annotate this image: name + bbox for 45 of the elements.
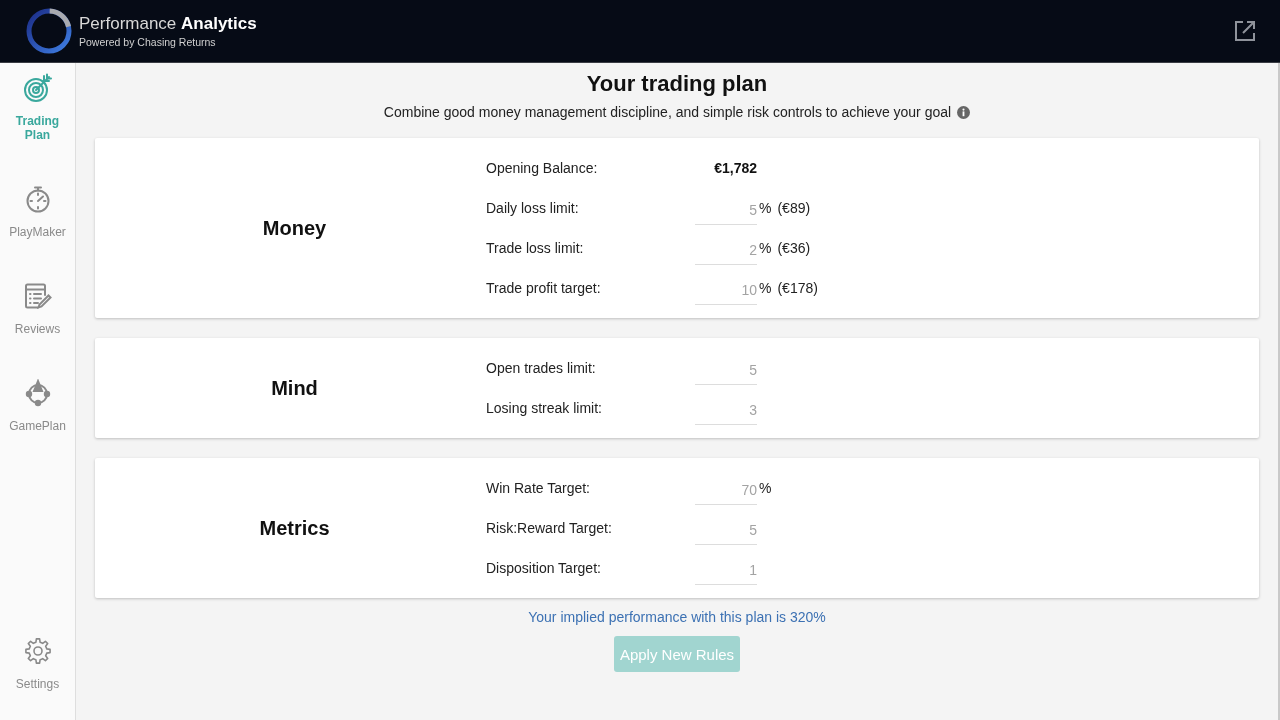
info-icon[interactable] bbox=[957, 105, 971, 119]
unit-label: % bbox=[759, 240, 772, 256]
input-field[interactable]: 2 bbox=[695, 237, 757, 265]
sidebar-item[interactable]: Trading Plan bbox=[4, 74, 71, 142]
section-title: Money bbox=[261, 216, 327, 240]
section-title: Mind bbox=[270, 376, 318, 400]
unit-label: % bbox=[759, 480, 772, 496]
input-field[interactable]: 5 bbox=[695, 357, 757, 385]
crosshair-arrow-icon bbox=[23, 379, 52, 407]
target-arrow-icon bbox=[22, 73, 53, 103]
field-label: Trade profit target: bbox=[486, 280, 602, 296]
input-field[interactable]: 70 bbox=[695, 477, 757, 505]
amount-text: (€36) bbox=[777, 240, 811, 256]
page-title: Your trading plan bbox=[586, 71, 768, 97]
field-label: Daily loss limit: bbox=[486, 200, 580, 216]
app-subtitle: Powered by Chasing Returns bbox=[79, 36, 217, 48]
section-title: Metrics bbox=[258, 516, 330, 540]
input-field[interactable]: 3 bbox=[695, 397, 757, 425]
field-label: Opening Balance: bbox=[486, 160, 599, 176]
field-label: Losing streak limit: bbox=[486, 400, 603, 416]
amount-text: (€89) bbox=[777, 200, 811, 216]
settings-icon bbox=[23, 637, 52, 665]
sidebar-item[interactable]: Reviews bbox=[4, 282, 71, 336]
sidebar-item[interactable]: GamePlan bbox=[4, 379, 71, 433]
sidebar-item[interactable]: Settings bbox=[4, 637, 71, 691]
app-title: Performance Analytics bbox=[79, 14, 257, 33]
input-field[interactable]: 5 bbox=[695, 517, 757, 545]
list-pencil-icon bbox=[23, 282, 52, 310]
field-label: Risk:Reward Target: bbox=[486, 520, 613, 536]
unit-label: % bbox=[759, 200, 772, 216]
input-field[interactable]: 5 bbox=[695, 197, 757, 225]
field-label: Win Rate Target: bbox=[486, 480, 591, 496]
field-label: Open trades limit: bbox=[486, 360, 597, 376]
input-field[interactable]: 1 bbox=[695, 557, 757, 585]
implied-performance-text: Your implied performance with this plan is 320% bbox=[528, 608, 826, 626]
input-field[interactable]: 10 bbox=[695, 277, 757, 305]
field-label: Trade loss limit: bbox=[486, 240, 585, 256]
amount-text: (€178) bbox=[777, 280, 818, 296]
field-label: Disposition Target: bbox=[486, 560, 602, 576]
sidebar-item[interactable]: PlayMaker bbox=[4, 185, 71, 239]
page-subtitle: Combine good money management discipline, and simple risk controls to achieve your goal bbox=[383, 103, 952, 121]
balance-value: €1,782 bbox=[713, 160, 757, 176]
unit-label: % bbox=[759, 280, 772, 296]
external-link-icon[interactable] bbox=[1234, 20, 1256, 42]
ring-logo bbox=[26, 8, 72, 54]
